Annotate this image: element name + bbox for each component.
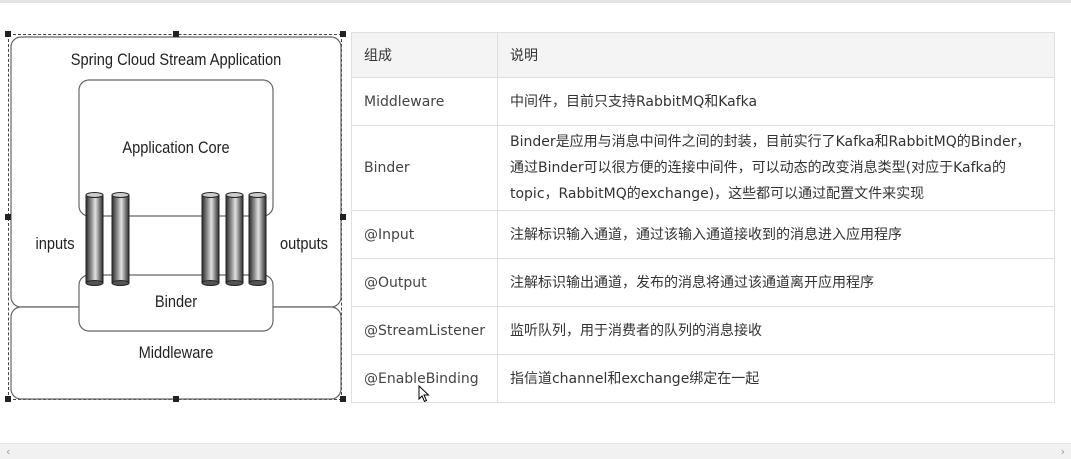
resize-handle-right[interactable] xyxy=(340,214,346,220)
table-header-row: 组成 说明 xyxy=(351,32,1056,78)
resize-handle-bottom-right[interactable] xyxy=(340,396,346,402)
row-description: 指信道channel和exchange绑定在一起 xyxy=(496,354,1056,403)
resize-handle-bottom[interactable] xyxy=(173,396,179,402)
header-description: 说明 xyxy=(496,32,1056,78)
mouse-pointer-icon xyxy=(418,385,430,403)
table-row: Middleware 中间件，目前只支持RabbitMQ和Kafka xyxy=(351,77,1056,126)
row-description: 中间件，目前只支持RabbitMQ和Kafka xyxy=(496,77,1056,126)
outputs-label: outputs xyxy=(280,234,328,253)
top-divider xyxy=(0,0,1071,3)
horizontal-scrollbar[interactable]: ‹ › xyxy=(0,443,1071,459)
header-component: 组成 xyxy=(351,32,498,78)
row-name: Binder xyxy=(351,125,498,211)
components-table: 组成 说明 Middleware 中间件，目前只支持RabbitMQ和Kafka… xyxy=(351,32,1056,403)
row-description: 注解标识输出通道，发布的消息将通过该通道离开应用程序 xyxy=(496,258,1056,307)
diagram-title: Spring Cloud Stream Application xyxy=(70,50,282,69)
table-row: @EnableBinding 指信道channel和exchange绑定在一起 xyxy=(351,354,1056,403)
table-row: @Output 注解标识输出通道，发布的消息将通过该通道离开应用程序 xyxy=(351,258,1056,307)
table-row: @StreamListener 监听队列，用于消费者的队列的消息接收 xyxy=(351,306,1056,355)
architecture-diagram[interactable]: Spring Cloud Stream Application Applicat… xyxy=(5,31,346,402)
row-description: 注解标识输入通道，通过该输入通道接收到的消息进入应用程序 xyxy=(496,210,1056,259)
table-row: @Input 注解标识输入通道，通过该输入通道接收到的消息进入应用程序 xyxy=(351,210,1056,259)
row-description: Binder是应用与消息中间件之间的封装，目前实行了Kafka和RabbitMQ… xyxy=(496,125,1056,211)
output-channels xyxy=(201,192,267,286)
resize-handle-top-right[interactable] xyxy=(340,31,346,37)
application-core-label: Application Core xyxy=(122,138,230,157)
row-description: 监听队列，用于消费者的队列的消息接收 xyxy=(496,306,1056,355)
resize-handle-top[interactable] xyxy=(173,31,179,37)
middleware-label: Middleware xyxy=(138,343,214,362)
inputs-label: inputs xyxy=(35,234,75,253)
row-name: @Input xyxy=(351,210,498,259)
chevron-right-icon[interactable]: › xyxy=(1061,444,1065,459)
resize-handle-left[interactable] xyxy=(5,214,11,220)
row-name: @StreamListener xyxy=(351,306,498,355)
chevron-left-icon[interactable]: ‹ xyxy=(6,444,10,459)
resize-handle-bottom-left[interactable] xyxy=(5,396,11,402)
table-row: Binder Binder是应用与消息中间件之间的封装，目前实行了Kafka和R… xyxy=(351,125,1056,211)
row-name: @Output xyxy=(351,258,498,307)
resize-handle-top-left[interactable] xyxy=(5,31,11,37)
row-name: Middleware xyxy=(351,77,498,126)
binder-label: Binder xyxy=(154,292,198,311)
